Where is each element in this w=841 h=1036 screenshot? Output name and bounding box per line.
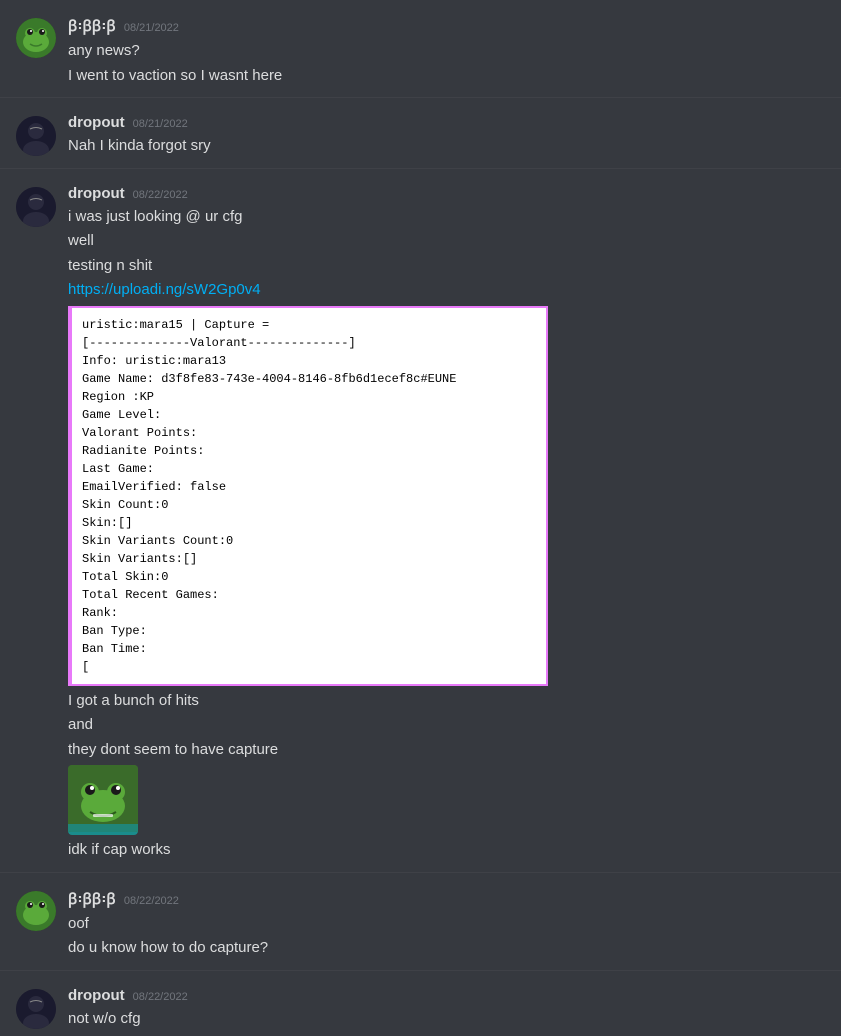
message-link[interactable]: https://uploadi.ng/sW2Gp0v4	[68, 281, 261, 298]
message-text: not w/o cfg	[68, 1008, 825, 1031]
timestamp: 08/21/2022	[133, 118, 188, 130]
username: dropout	[68, 114, 125, 131]
avatar	[16, 116, 56, 156]
message-text: they dont seem to have capture	[68, 739, 825, 762]
message-text: idk if cap works	[68, 839, 825, 862]
message-header: dropout 08/22/2022	[68, 185, 825, 202]
message-group-1: ꞵ꞉ꞵꞵ꞉ꞵ 08/21/2022 any news? I went to va…	[0, 0, 841, 93]
message-text: well	[68, 230, 825, 253]
username: dropout	[68, 987, 125, 1004]
message-content: dropout 08/22/2022 not w/o cfg	[68, 987, 825, 1033]
message-text: oof	[68, 913, 825, 936]
message-content: dropout 08/22/2022 i was just looking @ …	[68, 185, 825, 864]
message-text: any news?	[68, 40, 825, 63]
avatar	[16, 187, 56, 227]
avatar	[16, 989, 56, 1029]
message-text: I got a bunch of hits	[68, 690, 825, 713]
message-header: ꞵ꞉ꞵꞵ꞉ꞵ 08/21/2022	[68, 16, 825, 36]
message-text: and	[68, 714, 825, 737]
message-header: dropout 08/21/2022	[68, 114, 825, 131]
message-text: Nah I kinda forgot sry	[68, 135, 825, 158]
message-text: testing n shit	[68, 255, 825, 278]
code-block: uristic:mara15 | Capture = [------------…	[68, 306, 548, 686]
message-group-4: ꞵ꞉ꞵꞵ꞉ꞵ 08/22/2022 oof do u know how to d…	[0, 872, 841, 966]
message-header: dropout 08/22/2022	[68, 987, 825, 1004]
message-group-3: dropout 08/22/2022 i was just looking @ …	[0, 168, 841, 868]
message-content: ꞵ꞉ꞵꞵ꞉ꞵ 08/21/2022 any news? I went to va…	[68, 16, 825, 89]
message-content: ꞵ꞉ꞵꞵ꞉ꞵ 08/22/2022 oof do u know how to d…	[68, 889, 825, 962]
message-content: dropout 08/21/2022 Nah I kinda forgot sr…	[68, 114, 825, 160]
message-link-container[interactable]: https://uploadi.ng/sW2Gp0v4	[68, 279, 825, 302]
message-text: do u know how to do capture?	[68, 937, 825, 960]
username: ꞵ꞉ꞵꞵ꞉ꞵ	[68, 16, 116, 36]
timestamp: 08/22/2022	[133, 991, 188, 1003]
avatar	[16, 18, 56, 58]
message-header: ꞵ꞉ꞵꞵ꞉ꞵ 08/22/2022	[68, 889, 825, 909]
message-text: I went to vaction so I wasnt here	[68, 65, 825, 88]
frog-emoji	[68, 765, 138, 835]
avatar	[16, 891, 56, 931]
message-group-2: dropout 08/21/2022 Nah I kinda forgot sr…	[0, 97, 841, 164]
username: dropout	[68, 185, 125, 202]
message-text: i was just looking @ ur cfg	[68, 206, 825, 229]
message-group-5: dropout 08/22/2022 not w/o cfg	[0, 970, 841, 1036]
timestamp: 08/22/2022	[124, 895, 179, 907]
timestamp: 08/21/2022	[124, 22, 179, 34]
timestamp: 08/22/2022	[133, 189, 188, 201]
username: ꞵ꞉ꞵꞵ꞉ꞵ	[68, 889, 116, 909]
